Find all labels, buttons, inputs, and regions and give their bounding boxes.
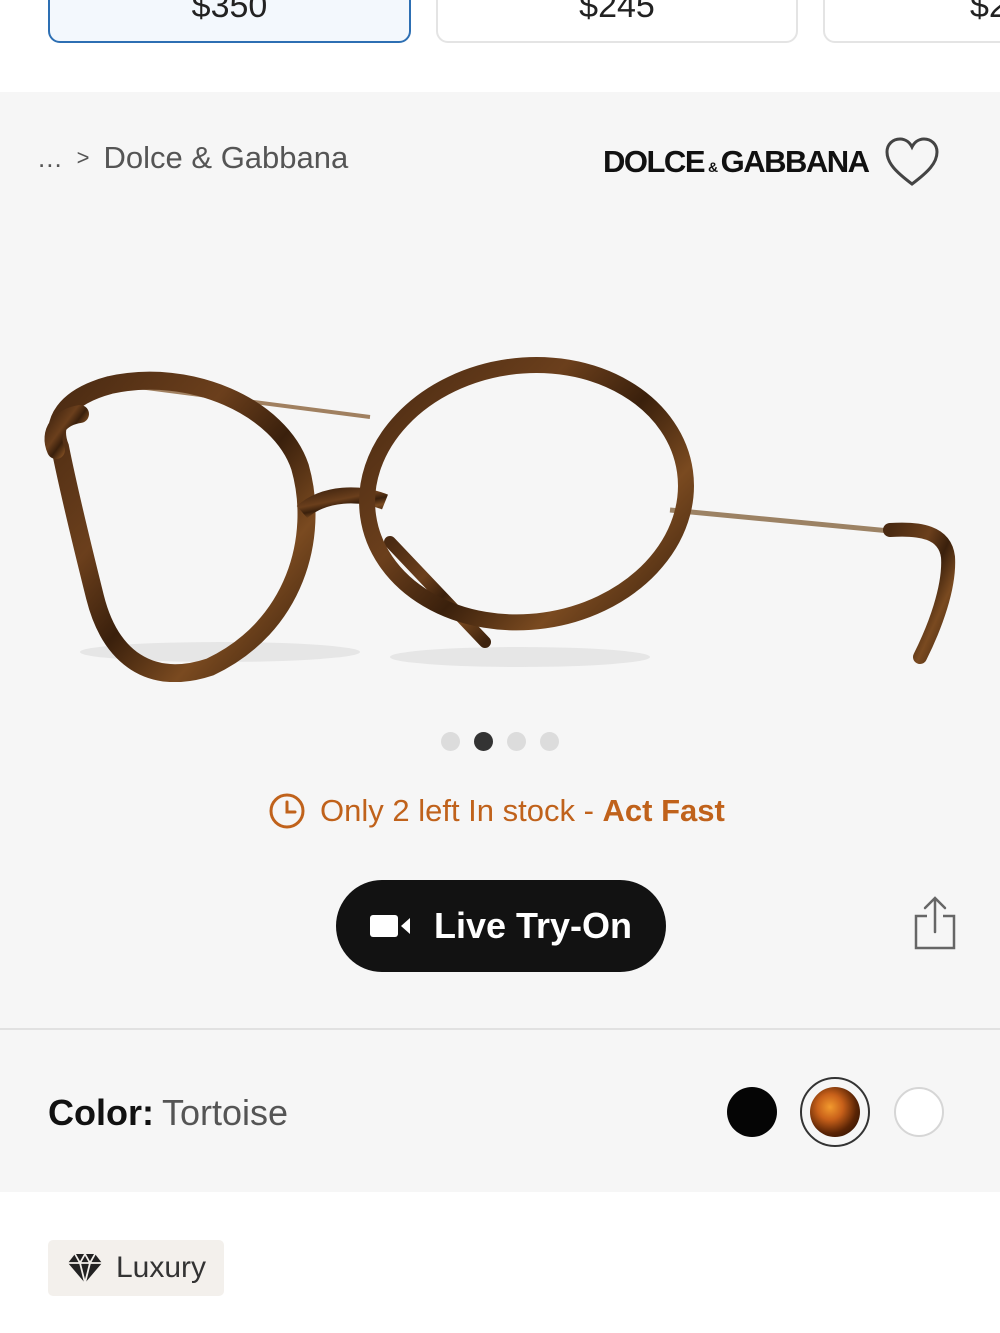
color-swatch-white[interactable] — [894, 1087, 944, 1137]
carousel-dot[interactable] — [441, 732, 460, 751]
share-icon[interactable] — [912, 894, 958, 952]
breadcrumb-separator: > — [76, 145, 90, 170]
stock-emphasis: Act Fast — [602, 793, 725, 828]
breadcrumb-ellipsis[interactable]: ... — [38, 143, 63, 174]
breadcrumb: ... > Dolce & Gabbana — [38, 140, 348, 176]
luxury-badge: Luxury — [48, 1240, 224, 1296]
video-camera-icon — [369, 915, 410, 937]
diamond-icon — [68, 1253, 102, 1284]
brand-logo: DOLCE & GABBANA — [603, 144, 870, 180]
price-option-card-selected[interactable]: $350 — [48, 0, 411, 43]
stock-message: Only 2 left In stock - — [320, 793, 603, 828]
badge-label: Luxury — [116, 1251, 207, 1284]
color-selector: Color: Tortoise — [0, 1030, 1000, 1192]
color-value: Tortoise — [162, 1092, 289, 1133]
price-option-value: $245 — [579, 0, 655, 25]
live-try-on-button[interactable]: Live Try-On — [336, 880, 666, 972]
carousel-dot[interactable] — [474, 732, 493, 751]
price-option-card[interactable]: $245 — [436, 0, 798, 43]
brand-logo-amp: & — [708, 159, 718, 175]
clock-icon — [269, 793, 305, 829]
carousel-dots — [441, 732, 559, 751]
price-option-card[interactable]: $2 — [823, 0, 1000, 43]
carousel-dot[interactable] — [507, 732, 526, 751]
brand-logo-left: DOLCE — [603, 144, 706, 179]
product-page: $350 $245 $2 ... > Dolce & Gabbana DOLCE… — [0, 0, 1000, 1333]
color-swatch-black[interactable] — [727, 1087, 777, 1137]
color-swatch-tortoise[interactable] — [810, 1087, 860, 1137]
heart-outline-icon[interactable] — [884, 136, 940, 188]
stock-notice: Only 2 left In stock - Act Fast — [268, 792, 725, 830]
price-options: $350 $245 $2 — [0, 0, 1000, 92]
product-gallery: ... > Dolce & Gabbana DOLCE & GABBANA On… — [0, 92, 1000, 1028]
price-option-value: $2 — [970, 0, 1000, 25]
color-label: Color: — [48, 1092, 154, 1133]
carousel-dot[interactable] — [540, 732, 559, 751]
product-image[interactable] — [40, 352, 960, 682]
live-try-on-label: Live Try-On — [433, 905, 633, 946]
price-option-value: $350 — [191, 0, 268, 25]
brand-logo-right: GABBANA — [720, 144, 870, 179]
breadcrumb-current[interactable]: Dolce & Gabbana — [104, 140, 349, 176]
